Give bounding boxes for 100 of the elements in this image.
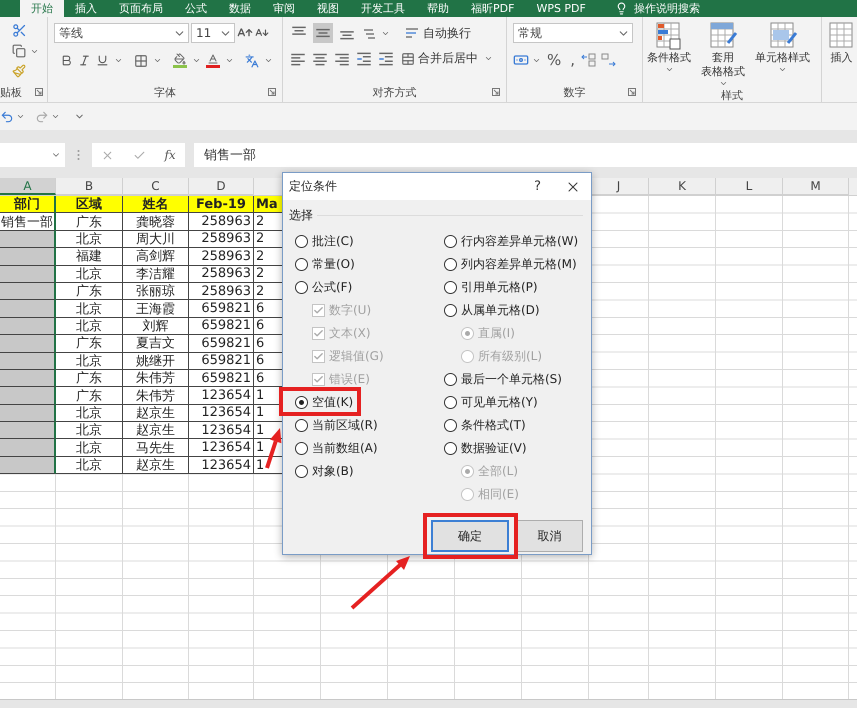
increase-decimal-icon[interactable]: [581, 52, 598, 68]
ribbon-tab[interactable]: 公式: [174, 0, 218, 17]
radio-button[interactable]: [444, 235, 457, 248]
option-label: 文本(X): [329, 325, 371, 342]
group-label: 贴板: [0, 84, 22, 100]
increase-indent-icon[interactable]: [377, 50, 395, 68]
decrease-indent-icon[interactable]: [355, 50, 373, 68]
option-label: 列内容差异单元格(M): [461, 256, 577, 273]
option-label: 条件格式(T): [461, 417, 526, 434]
caret-icon[interactable]: [718, 79, 728, 88]
radio-button[interactable]: [295, 465, 308, 478]
radio-button[interactable]: [295, 235, 308, 248]
fill-color-icon[interactable]: [173, 53, 187, 68]
caret-icon[interactable]: [153, 56, 162, 65]
decrease-decimal-icon[interactable]: [600, 52, 616, 68]
column-header[interactable]: C: [123, 178, 189, 195]
style-button[interactable]: 套用 表格格式: [701, 21, 745, 88]
insert-button[interactable]: 插入: [824, 21, 857, 65]
radio-button[interactable]: [295, 442, 308, 455]
caret-icon[interactable]: [484, 54, 493, 63]
radio-button[interactable]: [444, 258, 457, 271]
ribbon-tab[interactable]: WPS PDF: [525, 0, 597, 17]
pointer-arrow: [265, 428, 282, 469]
font-color-icon[interactable]: [206, 53, 220, 68]
ribbon-tab[interactable]: 数据: [218, 0, 262, 17]
ribbon-tab[interactable]: 视图: [306, 0, 350, 17]
help-button[interactable]: ?: [532, 179, 543, 194]
caret-icon[interactable]: [114, 56, 123, 65]
wrap-text-button[interactable]: 自动换行: [402, 24, 473, 42]
font-size-dropdown[interactable]: 11: [191, 23, 235, 43]
dialog-launcher-icon[interactable]: [628, 88, 636, 96]
column-header[interactable]: B: [56, 178, 123, 195]
underline-icon[interactable]: [96, 54, 109, 67]
caret-icon[interactable]: [778, 65, 787, 74]
merge-center-button[interactable]: 合并后居中: [399, 49, 480, 68]
radio-button[interactable]: [295, 396, 308, 409]
ribbon-tab[interactable]: 开始: [20, 0, 64, 17]
column-header[interactable]: J: [589, 178, 649, 195]
radio-button[interactable]: [295, 281, 308, 294]
ribbon-tab[interactable]: 审阅: [262, 0, 306, 17]
column-header[interactable]: D: [189, 178, 254, 195]
bold-icon[interactable]: [60, 54, 73, 67]
caret-icon[interactable]: [192, 56, 201, 65]
table-cell: 北京: [56, 456, 123, 474]
style-button[interactable]: 条件格式: [647, 21, 691, 74]
column-header[interactable]: M: [783, 178, 849, 195]
percent-button[interactable]: %: [544, 51, 564, 69]
table-cell: 123654: [189, 439, 254, 457]
radio-button[interactable]: [444, 373, 457, 386]
caret-icon[interactable]: [664, 65, 674, 74]
column-header[interactable]: L: [716, 178, 783, 195]
copy-icon[interactable]: [12, 44, 26, 58]
lightbulb-icon[interactable]: [614, 2, 628, 15]
ribbon-tab[interactable]: 帮助: [416, 0, 460, 17]
radio-button[interactable]: [444, 442, 457, 455]
caret-icon[interactable]: [225, 56, 234, 65]
header-cell: 区域: [56, 196, 123, 214]
caret-icon[interactable]: [51, 112, 60, 121]
dialog-launcher-icon[interactable]: [492, 88, 500, 96]
table-cell: 夏吉文: [123, 335, 189, 353]
insert-function-button[interactable]: fx: [164, 148, 176, 162]
ok-button[interactable]: 确定: [431, 520, 509, 552]
column-header[interactable]: K: [649, 178, 716, 195]
dialog-launcher-icon[interactable]: [35, 88, 43, 96]
option-label: 最后一个单元格(S): [461, 371, 562, 388]
table-cell: 123654: [189, 404, 254, 422]
column-header[interactable]: A: [0, 178, 56, 195]
undo-icon[interactable]: [0, 110, 14, 124]
font-name-dropdown[interactable]: 等线: [54, 23, 189, 43]
radio-button[interactable]: [295, 419, 308, 432]
borders-icon[interactable]: [134, 54, 148, 68]
cancel-button[interactable]: 取消: [516, 520, 583, 552]
caret-icon[interactable]: [264, 56, 273, 65]
comma-style-button[interactable]: ,: [567, 51, 578, 69]
table-cell: 刘辉: [123, 318, 189, 336]
phonetic-icon[interactable]: [245, 54, 259, 68]
search-hint[interactable]: 操作说明搜索: [634, 0, 700, 17]
radio-button[interactable]: [444, 304, 457, 317]
table-cell: 张丽琼: [123, 282, 189, 300]
grip-icon[interactable]: [77, 149, 80, 161]
style-button[interactable]: 单元格样式: [755, 21, 810, 74]
number-format-dropdown[interactable]: 常规: [513, 23, 633, 43]
merge-cells-icon[interactable]: [401, 52, 415, 66]
radio-button[interactable]: [444, 419, 457, 432]
radio-button[interactable]: [444, 281, 457, 294]
dialog-launcher-icon[interactable]: [268, 88, 276, 96]
caret-icon[interactable]: [16, 112, 25, 121]
ribbon-tab[interactable]: 插入: [64, 0, 108, 17]
ribbon-tab[interactable]: 开发工具: [350, 0, 416, 17]
ribbon-tab[interactable]: 页面布局: [108, 0, 174, 17]
radio-button[interactable]: [444, 396, 457, 409]
cut-icon[interactable]: [12, 23, 27, 38]
ribbon-tab[interactable]: 福昕PDF: [460, 0, 526, 17]
formula-input[interactable]: 销售一部: [194, 143, 857, 167]
option-label: 数字(U): [329, 302, 372, 319]
table-cell: 123654: [189, 387, 254, 405]
table-cell: 北京: [56, 266, 123, 283]
table-cell: 广东: [56, 282, 123, 300]
italic-icon[interactable]: [78, 54, 91, 67]
radio-button[interactable]: [295, 258, 308, 271]
